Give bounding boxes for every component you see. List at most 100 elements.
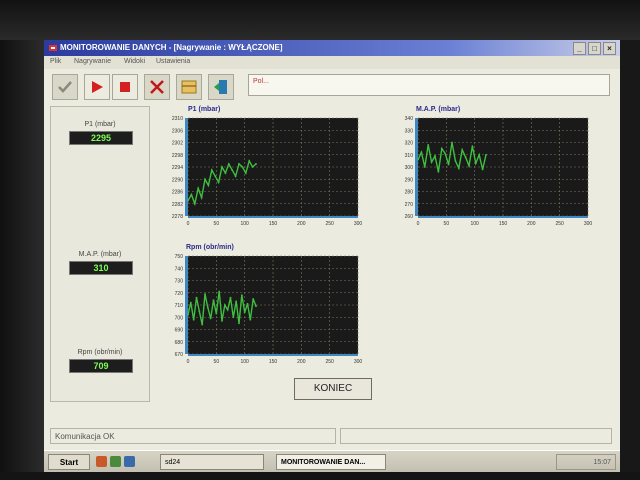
data-point xyxy=(464,156,467,159)
data-point xyxy=(224,172,227,175)
data-point xyxy=(478,153,481,156)
x-tick-label: 250 xyxy=(325,359,334,365)
end-button[interactable]: KONIEC xyxy=(294,378,372,400)
y-tick-label: 2294 xyxy=(172,165,183,171)
map-label: M.A.P. (mbar) xyxy=(78,251,122,258)
data-point xyxy=(420,151,423,154)
data-point xyxy=(457,167,460,170)
data-point xyxy=(485,153,487,156)
values-panel: P1 (mbar) 2295 M.A.P. (mbar) 310 Rpm (ob… xyxy=(50,106,150,402)
data-point xyxy=(444,152,447,155)
menu-item-ustawienia[interactable]: Ustawienia xyxy=(156,58,190,65)
title-bar: MONITOROWANIE DANYCH - [Nagrywanie : WYŁ… xyxy=(44,40,620,56)
data-point xyxy=(451,141,453,144)
data-point xyxy=(468,164,470,167)
x-tick-label: 0 xyxy=(417,221,420,227)
status-panel xyxy=(340,428,612,444)
data-point xyxy=(204,178,206,181)
y-tick-label: 720 xyxy=(175,291,184,297)
data-point xyxy=(195,296,198,299)
record-start-button[interactable] xyxy=(84,74,110,100)
start-button[interactable]: Start xyxy=(48,454,90,470)
p1-chart-title: P1 (mbar) xyxy=(188,106,221,113)
x-tick-label: 300 xyxy=(354,221,363,227)
x-tick-label: 150 xyxy=(499,221,508,227)
menu-item-nagrywanie[interactable]: Nagrywanie xyxy=(74,58,111,65)
data-point xyxy=(223,304,226,306)
y-tick-label: 2278 xyxy=(172,214,183,220)
x-tick-label: 100 xyxy=(240,359,249,365)
view-button[interactable] xyxy=(176,74,202,100)
y-tick-label: 280 xyxy=(405,190,414,196)
data-point xyxy=(212,299,215,301)
y-tick-label: 710 xyxy=(175,303,184,309)
menu-bar: Plik Nagrywanie Widoki Ustawienia xyxy=(44,56,620,69)
data-point xyxy=(417,158,419,161)
data-point xyxy=(232,316,235,319)
x-tick-label: 200 xyxy=(297,359,306,365)
data-point xyxy=(198,310,201,313)
data-point xyxy=(189,301,192,304)
maximize-button[interactable]: □ xyxy=(588,42,601,55)
y-tick-label: 340 xyxy=(405,116,414,122)
y-tick-label: 330 xyxy=(405,128,414,134)
message-field: Pol... xyxy=(248,74,610,96)
map-chart-panel: M.A.P. (mbar) 340 330 320 310 300 290 280 270 26… xyxy=(386,106,596,236)
data-point xyxy=(221,320,223,322)
menu-item-widoki[interactable]: Widoki xyxy=(124,58,145,65)
task-monitorowanie[interactable]: MONITOROWANIE DAN... xyxy=(276,454,386,470)
connection-status: Komunikacja OK xyxy=(50,428,336,444)
x-tick-label: 200 xyxy=(297,221,306,227)
data-point xyxy=(427,144,430,146)
p1-chart-panel: P1 (mbar) 2310 2306 2302 2298 2294 2290 2286 22… xyxy=(156,106,366,236)
p1-value: 2295 xyxy=(69,131,133,145)
connect-button[interactable] xyxy=(52,74,78,100)
x-tick-label: 50 xyxy=(214,221,220,227)
data-point xyxy=(246,302,249,305)
quicklaunch-desktop-icon[interactable] xyxy=(110,456,121,467)
record-stop-button[interactable] xyxy=(112,74,138,100)
y-tick-label: 2302 xyxy=(172,141,183,147)
y-tick-label: 270 xyxy=(405,202,414,208)
data-point xyxy=(193,202,196,205)
delete-button[interactable] xyxy=(144,74,170,100)
rpm-chart-title: Rpm (obr/min) xyxy=(186,244,234,251)
y-tick-label: 260 xyxy=(405,214,414,220)
data-point xyxy=(240,294,243,297)
y-tick-label: 750 xyxy=(175,254,184,260)
close-button[interactable]: × xyxy=(603,42,616,55)
door-exit-icon xyxy=(214,80,227,94)
quicklaunch-media-icon[interactable] xyxy=(124,456,135,467)
rpm-chart-panel: Rpm (obr/min) 750 740 730 720 710 700 690 680 67… xyxy=(156,244,366,374)
minimize-button[interactable]: _ xyxy=(573,42,586,55)
data-point xyxy=(206,306,209,309)
application-window: MONITOROWANIE DANYCH - [Nagrywanie : WYŁ… xyxy=(44,40,620,472)
task-sd24[interactable]: sd24 xyxy=(160,454,264,470)
data-point xyxy=(238,163,240,165)
stop-icon xyxy=(120,82,130,92)
map-chart: 340 330 320 310 300 290 280 270 2600 50 100 150 200 2… xyxy=(405,116,593,227)
system-tray: 15:07 xyxy=(556,454,616,470)
data-point xyxy=(200,196,203,199)
exit-button[interactable] xyxy=(208,74,234,100)
menu-item-plik[interactable]: Plik xyxy=(50,58,61,65)
quicklaunch-ie-icon[interactable] xyxy=(96,456,107,467)
window-title: MONITOROWANIE DANYCH - [Nagrywanie : WYŁ… xyxy=(60,43,283,52)
data-point xyxy=(221,166,223,168)
data-point xyxy=(447,163,450,166)
y-tick-label: 2310 xyxy=(172,116,183,122)
y-tick-label: 290 xyxy=(405,177,414,183)
data-point xyxy=(197,187,200,190)
y-tick-label: 700 xyxy=(175,315,184,321)
y-tick-label: 2306 xyxy=(172,128,183,134)
p1-label: P1 (mbar) xyxy=(84,121,116,128)
y-tick-label: 320 xyxy=(405,141,414,147)
rpm-label: Rpm (obr/min) xyxy=(77,349,123,356)
x-tick-label: 0 xyxy=(187,359,190,365)
data-point xyxy=(244,172,247,175)
data-point xyxy=(252,297,255,300)
data-point xyxy=(248,159,251,162)
x-tick-label: 0 xyxy=(187,221,190,227)
rpm-value: 709 xyxy=(69,359,133,373)
x-tick-label: 200 xyxy=(527,221,536,227)
